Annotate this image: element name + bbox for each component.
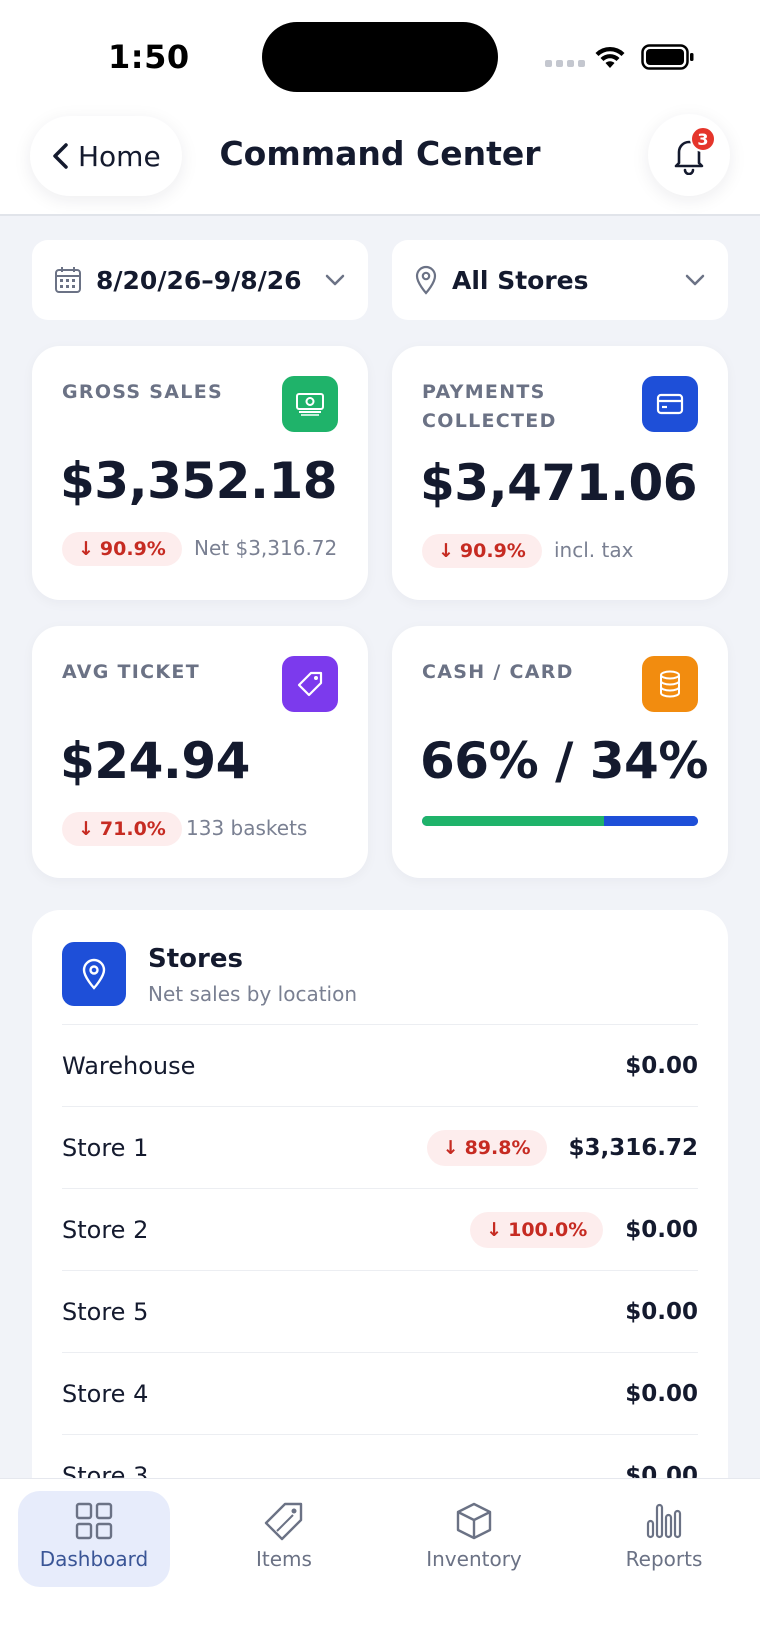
store-amount: $3,316.72 (568, 1134, 699, 1161)
payments-collected-delta: ↓ 90.9% (422, 534, 542, 568)
nav-items[interactable]: Items (208, 1491, 360, 1587)
box-icon (456, 1502, 492, 1540)
cell-signal-icon (545, 60, 585, 67)
arrow-down-icon: ↓ (442, 1136, 459, 1159)
bar-chart-icon (646, 1503, 682, 1539)
arrow-down-icon: ↓ (438, 540, 454, 562)
dynamic-island (262, 22, 498, 92)
arrow-down-icon: ↓ (486, 1218, 503, 1241)
gross-sales-card[interactable]: GROSS SALES $3,352.18 ↓ 90.9% Net $3,316… (32, 346, 368, 600)
notification-count-badge: 3 (690, 126, 716, 152)
app-header: Home Command Center 3 (0, 110, 760, 216)
database-icon (642, 656, 698, 712)
banknote-icon (282, 376, 338, 432)
page-title: Command Center (219, 134, 541, 173)
date-range-picker[interactable]: 8/20/26–9/8/26 (32, 240, 368, 320)
avg-ticket-value: $24.94 (60, 732, 250, 790)
calendar-icon (55, 267, 81, 293)
store-delta-value: 100.0% (508, 1218, 588, 1241)
store-row[interactable]: Store 1 ↓ 89.8% $3,316.72 (62, 1106, 698, 1188)
store-picker[interactable]: All Stores (392, 240, 728, 320)
cash-card-ratio-bar (422, 816, 698, 826)
status-bar: 1:50 (0, 0, 760, 110)
cash-card-label: CASH / CARD (422, 661, 574, 683)
store-name: Warehouse (62, 1051, 196, 1080)
payments-collected-delta-value: 90.9% (459, 540, 526, 562)
nav-dashboard-label: Dashboard (39, 1547, 149, 1571)
nav-items-label: Items (256, 1547, 312, 1571)
store-delta-value: 89.8% (464, 1136, 531, 1159)
nav-dashboard[interactable]: Dashboard (18, 1491, 170, 1587)
grid-icon (75, 1502, 113, 1540)
gross-sales-net: Net $3,316.72 (194, 536, 338, 560)
store-delta-badge: ↓ 89.8% (426, 1129, 547, 1166)
arrow-down-icon: ↓ (78, 538, 94, 560)
store-row[interactable]: Store 5 $0.00 (62, 1270, 698, 1352)
notifications-button[interactable]: 3 (648, 114, 730, 196)
store-amount: $0.00 (625, 1298, 698, 1325)
store-amount: $0.00 (625, 1216, 698, 1243)
payments-collected-label: PAYMENTS COLLECTED (422, 381, 557, 432)
store-amount: $0.00 (625, 1052, 698, 1079)
payments-collected-value: $3,471.06 (420, 454, 698, 512)
stores-subtitle: Net sales by location (148, 982, 358, 1006)
chevron-down-icon (685, 274, 705, 286)
store-picker-value: All Stores (452, 265, 589, 295)
gross-sales-delta-value: 90.9% (99, 538, 166, 560)
store-row[interactable]: Warehouse $0.00 (62, 1024, 698, 1106)
wifi-icon (595, 46, 625, 68)
store-name: Store 4 (62, 1379, 149, 1408)
avg-ticket-card[interactable]: AVG TICKET $24.94 ↓ 71.0% 133 baskets (32, 626, 368, 878)
nav-inventory-label: Inventory (426, 1547, 522, 1571)
payments-collected-card[interactable]: PAYMENTS COLLECTED $3,471.06 ↓ 90.9% inc… (392, 346, 728, 600)
cash-share-segment (422, 816, 605, 826)
cash-card-ratio-card[interactable]: CASH / CARD 66% / 34% (392, 626, 728, 878)
nav-reports-label: Reports (625, 1547, 703, 1571)
store-name: Store 1 (62, 1133, 149, 1162)
gross-sales-delta: ↓ 90.9% (62, 532, 182, 566)
map-pin-icon (62, 942, 126, 1006)
credit-card-icon (642, 376, 698, 432)
store-delta-badge: ↓ 100.0% (470, 1211, 604, 1248)
store-row[interactable]: Store 4 $0.00 (62, 1352, 698, 1434)
status-time: 1:50 (108, 38, 190, 76)
payments-collected-note: incl. tax (554, 538, 634, 562)
store-list: Warehouse $0.00 Store 1 ↓ 89.8% $3,316.72 Stor… (62, 1024, 698, 1516)
bottom-nav: Dashboard Items Inventory Reports (0, 1478, 760, 1645)
gross-sales-label: GROSS SALES (62, 381, 223, 403)
date-range-value: 8/20/26–9/8/26 (96, 265, 302, 295)
cash-card-value: 66% / 34% (420, 732, 708, 790)
card-share-segment (604, 816, 698, 826)
battery-icon (641, 44, 694, 70)
avg-ticket-label: AVG TICKET (62, 661, 200, 683)
store-row[interactable]: Store 2 ↓ 100.0% $0.00 (62, 1188, 698, 1270)
tag-icon (264, 1502, 303, 1541)
map-pin-icon (415, 265, 437, 295)
tag-icon (282, 656, 338, 712)
avg-ticket-delta: ↓ 71.0% (62, 812, 182, 846)
avg-ticket-baskets: 133 baskets (186, 816, 308, 840)
stores-title: Stores (148, 944, 243, 974)
nav-inventory[interactable]: Inventory (398, 1491, 550, 1587)
arrow-down-icon: ↓ (78, 818, 94, 840)
nav-reports[interactable]: Reports (588, 1491, 740, 1587)
gross-sales-value: $3,352.18 (60, 452, 338, 510)
store-name: Store 2 (62, 1215, 149, 1244)
store-name: Store 5 (62, 1297, 149, 1326)
store-amount: $0.00 (625, 1380, 698, 1407)
chevron-down-icon (325, 274, 345, 286)
avg-ticket-delta-value: 71.0% (99, 818, 166, 840)
